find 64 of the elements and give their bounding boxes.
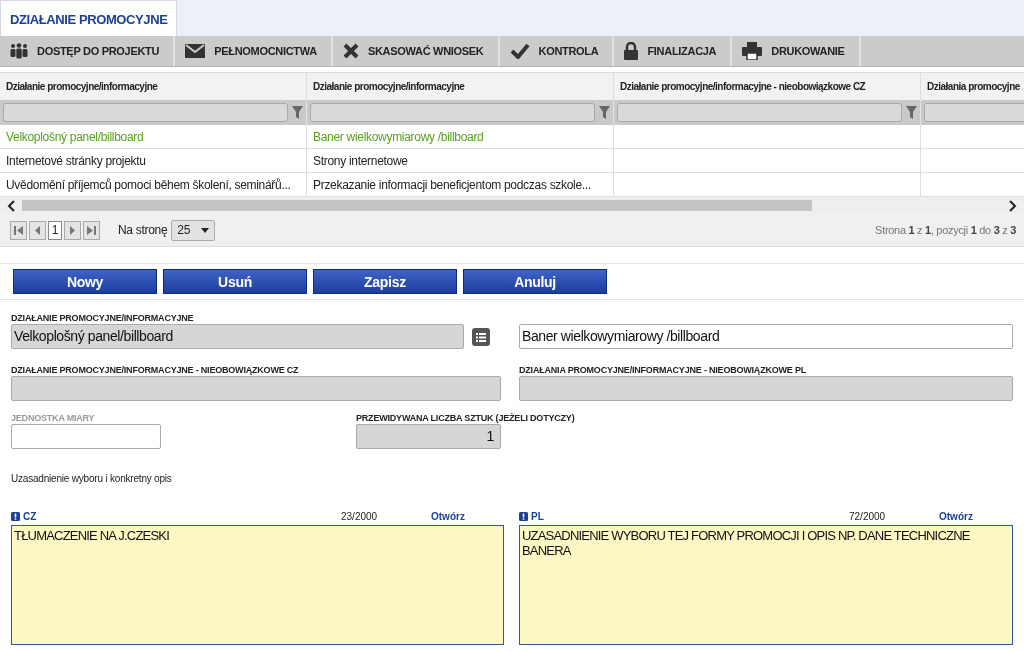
filter-field[interactable] [617, 103, 902, 122]
text-area[interactable]: TŁUMACZENIE NA J.CZESKI [11, 525, 504, 645]
table-cell: Strony internetowe [307, 149, 614, 173]
people-icon [10, 43, 28, 59]
alert-icon [11, 511, 20, 521]
field-label: DZIAŁANIE PROMOCYJNE/INFORMACYJNE - NIEOBOWIĄZKOWE CZ [11, 364, 300, 376]
section-label: Uzasadnienie wyboru i konkretny opis [11, 473, 173, 486]
first-page-icon [14, 225, 23, 235]
scroll-right-icon[interactable] [1009, 199, 1017, 212]
alert-icon [519, 511, 528, 521]
tab[interactable]: DZIAŁANIE PROMOCYJNE [0, 0, 178, 36]
filter-field[interactable] [310, 103, 595, 122]
table-cell: Internetové stránky projektu [0, 149, 307, 173]
close-icon [342, 43, 359, 59]
column-header[interactable]: Działanie promocyjne/informacyjne - nieobowiązkowe CZ [614, 73, 921, 100]
language-label: PL [531, 510, 545, 522]
page-size-dropdown[interactable]: 25 [171, 219, 216, 241]
previous-icon [33, 225, 42, 235]
scrollbar-thumb[interactable] [22, 200, 812, 211]
text-area[interactable]: UZASADNIENIE WYBORU TEJ FORMY PROMOCJI I OPIS NP. DANE TECHNICZNE BANERA [519, 525, 1013, 645]
scroll-left-icon[interactable] [7, 199, 15, 212]
lock-icon [624, 42, 639, 60]
column-header[interactable]: Działanie promocyjne/informacyjne [0, 73, 307, 100]
input-field[interactable]: 1 [356, 424, 501, 449]
envelope-icon [185, 44, 206, 58]
field-label: PRZEWIDYWANA LICZBA SZTUK (JEŻELI DOTYCZY) [356, 412, 575, 424]
input-field[interactable] [11, 376, 501, 401]
check-icon [509, 43, 530, 59]
input-field[interactable] [11, 424, 161, 449]
first-page-button[interactable] [10, 220, 27, 240]
next-icon [68, 225, 77, 235]
action-button[interactable]: Usuń [163, 269, 307, 294]
filter-icon[interactable] [292, 106, 303, 119]
language-label: CZ [23, 510, 38, 522]
table-cell: Baner wielkowymiarowy /billboard [307, 125, 614, 149]
column-header[interactable]: Działanie promocyjne/informacyjne [307, 73, 614, 100]
input-field[interactable] [519, 376, 1013, 401]
caret-icon [201, 227, 210, 233]
action-button[interactable]: Anuluj [463, 269, 607, 294]
activity-field[interactable]: Velkoplošný panel/billboard [11, 324, 464, 349]
page-field[interactable]: 1 [48, 220, 62, 240]
table-cell: Velkoplošný panel/billboard [0, 125, 307, 149]
column-header[interactable]: Działania promocyjne [921, 73, 1024, 100]
field-label: JEDNOSTKA MIARY [11, 412, 96, 424]
character-counter: 72/2000 [849, 510, 887, 522]
action-button[interactable]: Zapisz [313, 269, 457, 294]
filter-field[interactable] [3, 103, 288, 122]
character-counter: 23/2000 [341, 510, 379, 522]
next-page-button[interactable] [64, 220, 81, 240]
last-page-button[interactable] [83, 220, 100, 240]
translation-field[interactable]: Baner wielkowymiarowy /billboard [519, 324, 1013, 349]
action-button[interactable]: Nowy [13, 269, 157, 294]
open-link[interactable]: Otwórz [431, 510, 465, 522]
previous-page-button[interactable] [29, 220, 46, 240]
pager-summary: Strona 1 z 1, pozycji 1 do 3 z 3 [875, 224, 1016, 236]
field-label: DZIAŁANIE PROMOCYJNE/INFORMACYJNE [11, 312, 195, 324]
field-label: DZIAŁANIA PROMOCYJNE/INFORMACYJNE - NIEOBOWIĄZKOWE PL [519, 364, 808, 376]
last-page-icon [87, 225, 96, 235]
filter-icon[interactable] [906, 106, 917, 119]
filter-icon[interactable] [599, 106, 610, 119]
printer-icon [742, 42, 763, 60]
list-icon[interactable] [472, 327, 490, 346]
page-size-label: Na stronę [118, 223, 168, 237]
open-link[interactable]: Otwórz [939, 510, 973, 522]
